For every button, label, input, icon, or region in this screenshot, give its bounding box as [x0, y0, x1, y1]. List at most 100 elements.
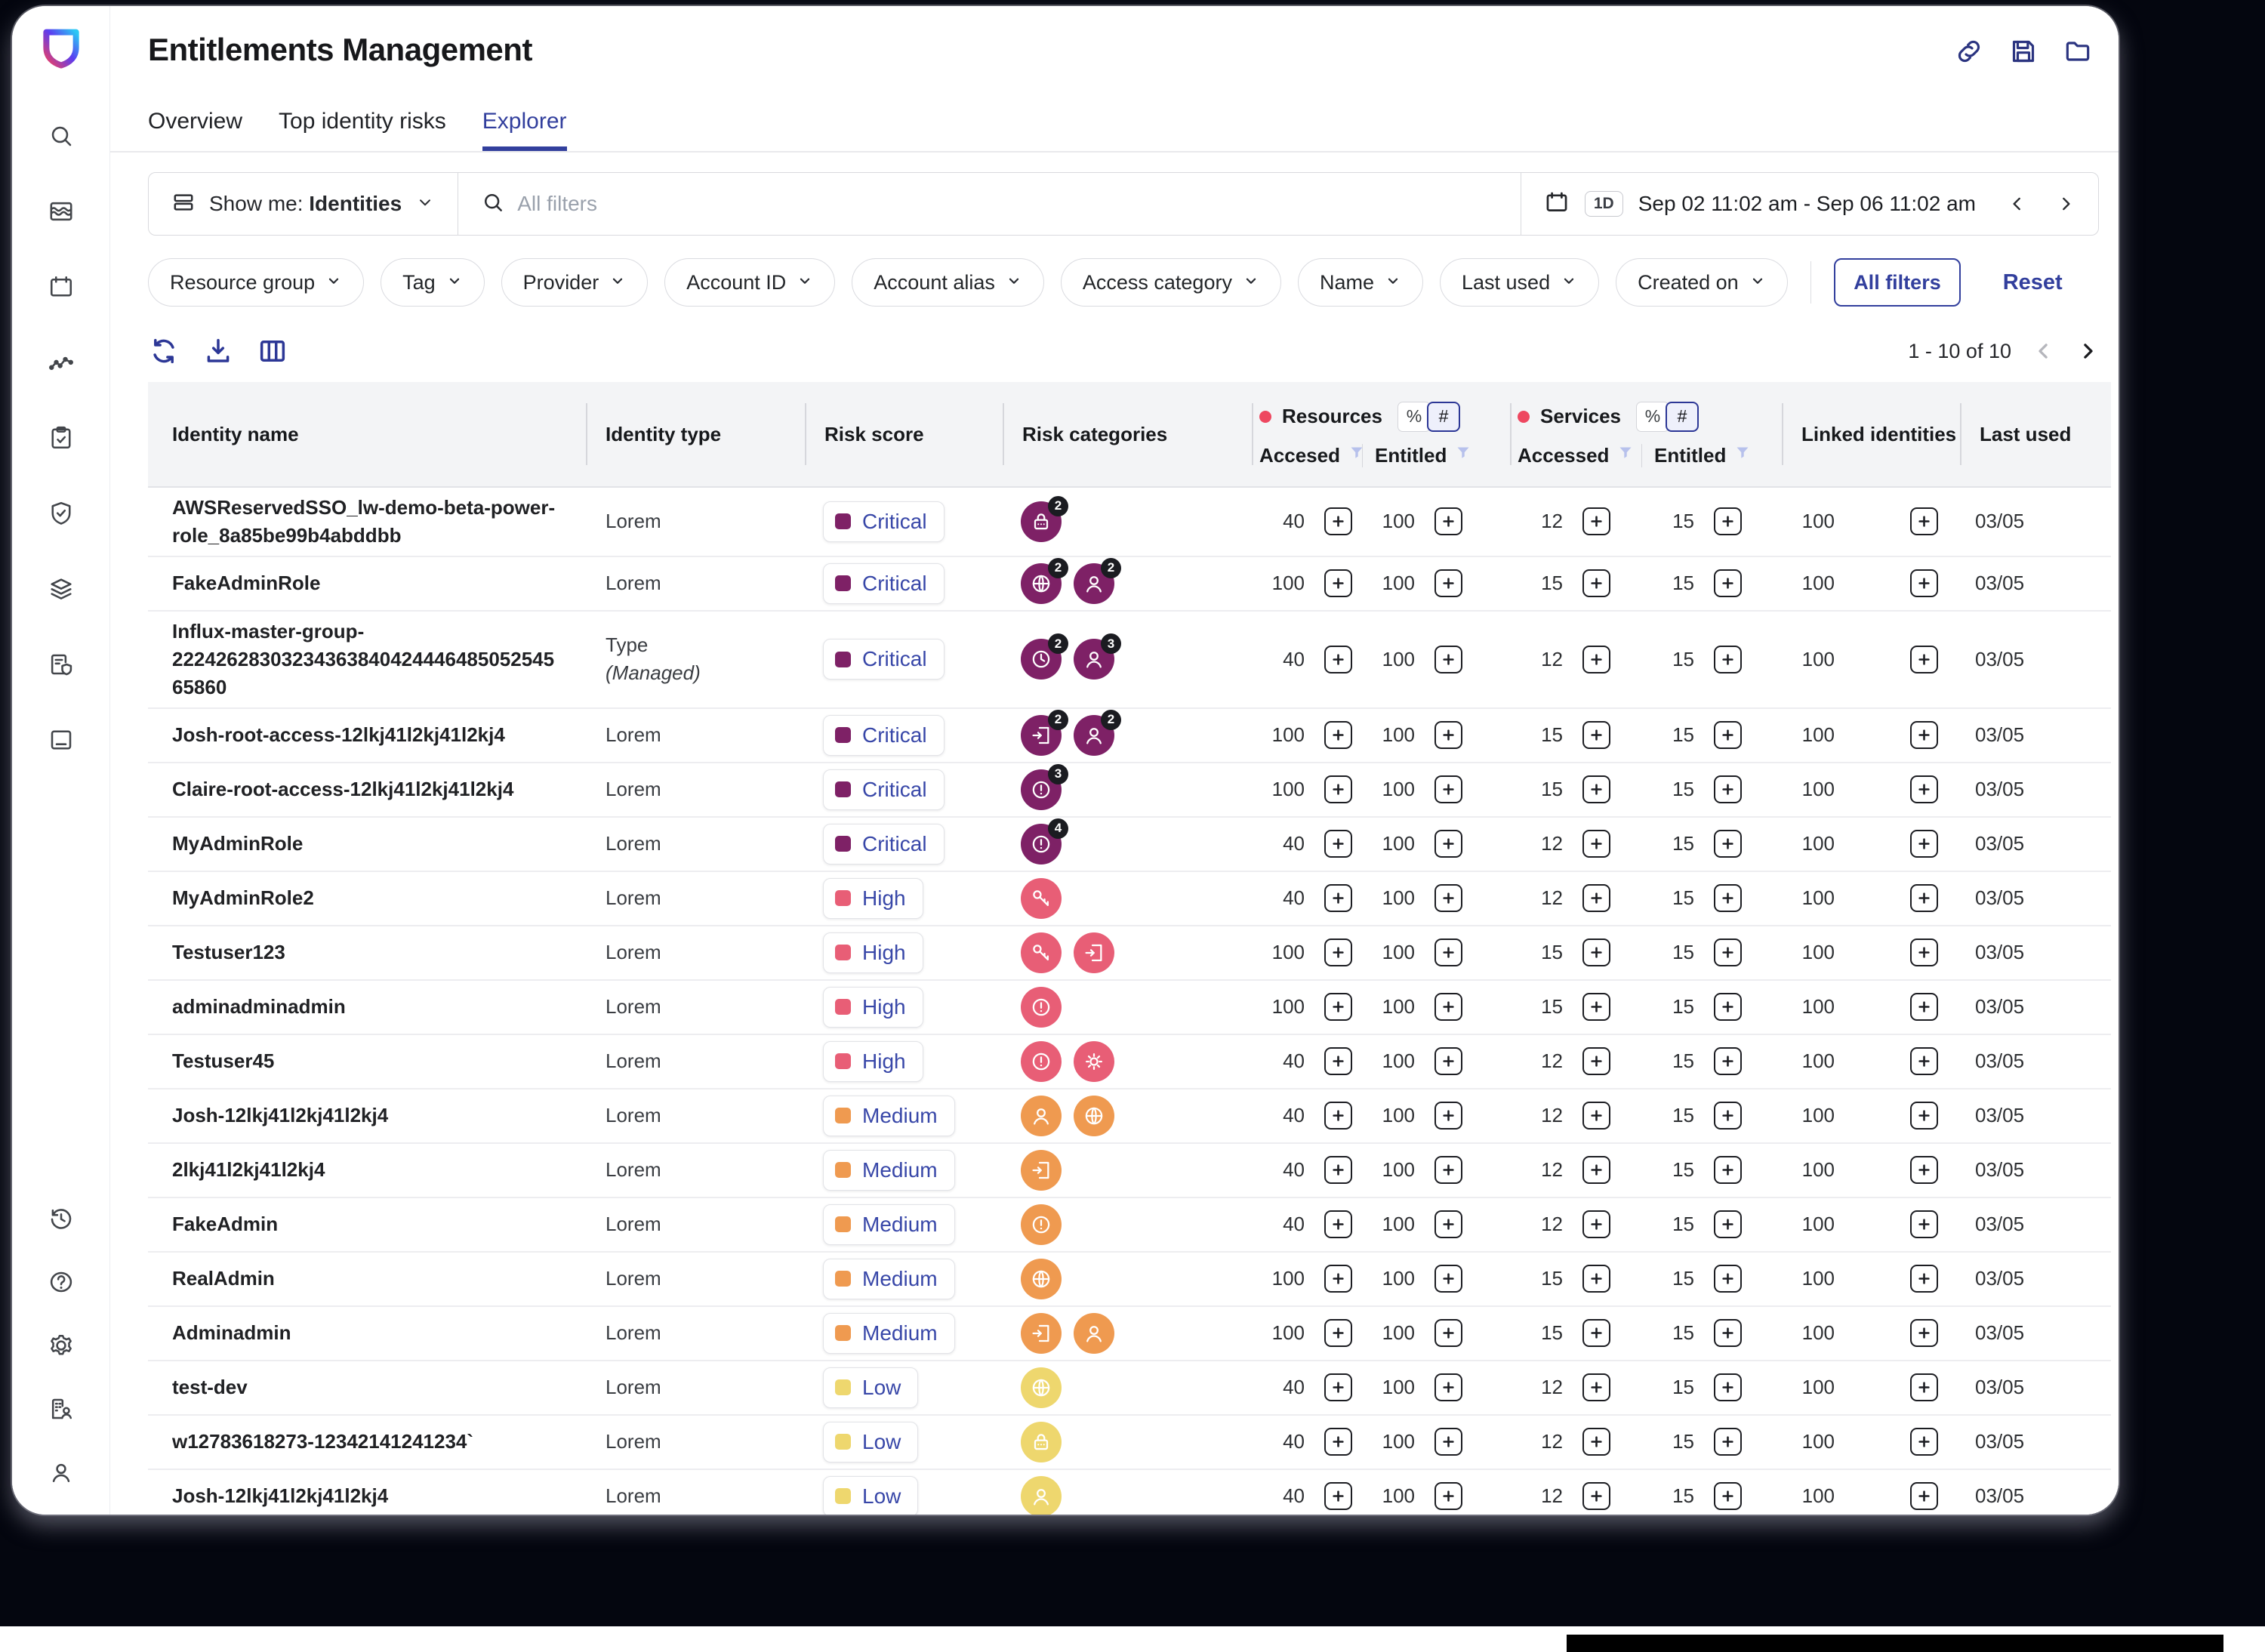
expand-services-entitled-button[interactable] — [1714, 1102, 1742, 1130]
expand-resources-accessed-button[interactable] — [1324, 569, 1352, 598]
risk-score-badge[interactable]: Low — [823, 1421, 919, 1462]
expand-services-accessed-button[interactable] — [1582, 884, 1610, 913]
sidebar-item-calendar[interactable] — [43, 270, 79, 307]
expand-linked-identities-button[interactable] — [1910, 1319, 1938, 1348]
expand-resources-entitled-button[interactable] — [1434, 1156, 1462, 1185]
table-row[interactable]: adminadminadmin Lorem High 100 100 15 15 100 03/… — [148, 980, 2111, 1035]
sidebar-item-organization[interactable] — [43, 1392, 79, 1429]
expand-services-entitled-button[interactable] — [1714, 830, 1742, 858]
risk-score-badge[interactable]: Medium — [823, 1095, 955, 1136]
risk-category-lock-icon[interactable]: 2 — [1021, 495, 1068, 542]
expand-services-entitled-button[interactable] — [1714, 938, 1742, 967]
expand-resources-entitled-button[interactable] — [1434, 1210, 1462, 1239]
column-header-identity-name[interactable]: Identity name — [148, 382, 586, 486]
expand-linked-identities-button[interactable] — [1910, 1373, 1938, 1402]
expand-linked-identities-button[interactable] — [1910, 507, 1938, 536]
refresh-icon[interactable] — [148, 335, 180, 367]
risk-score-badge[interactable]: Critical — [823, 562, 945, 604]
expand-services-entitled-button[interactable] — [1714, 993, 1742, 1022]
table-row[interactable]: RealAdmin Lorem Medium 100 100 15 15 100 03/05 — [148, 1252, 2111, 1307]
risk-category-globe-icon[interactable]: 2 — [1021, 557, 1068, 604]
services-count-button[interactable]: # — [1665, 401, 1699, 432]
expand-resources-entitled-button[interactable] — [1434, 507, 1462, 536]
risk-category-door-icon[interactable] — [1021, 1312, 1062, 1354]
expand-services-entitled-button[interactable] — [1714, 1210, 1742, 1239]
risk-category-user-icon[interactable]: 2 — [1074, 557, 1121, 604]
expand-resources-entitled-button[interactable] — [1434, 721, 1462, 750]
expand-services-accessed-button[interactable] — [1582, 1319, 1610, 1348]
save-icon[interactable] — [2008, 36, 2038, 66]
expand-resources-accessed-button[interactable] — [1324, 1102, 1352, 1130]
expand-linked-identities-button[interactable] — [1910, 569, 1938, 598]
expand-services-accessed-button[interactable] — [1582, 721, 1610, 750]
table-row[interactable]: MyAdminRole2 Lorem High 40 100 12 15 100 03/05 — [148, 871, 2111, 926]
expand-linked-identities-button[interactable] — [1910, 775, 1938, 804]
expand-resources-entitled-button[interactable] — [1434, 884, 1462, 913]
expand-resources-entitled-button[interactable] — [1434, 1265, 1462, 1293]
all-filters-search[interactable]: All filters — [458, 173, 1521, 235]
risk-score-badge[interactable]: Medium — [823, 1149, 955, 1191]
expand-services-accessed-button[interactable] — [1582, 1265, 1610, 1293]
risk-category-door-icon[interactable]: 2 — [1021, 709, 1068, 756]
expand-services-accessed-button[interactable] — [1582, 830, 1610, 858]
risk-score-badge[interactable]: Medium — [823, 1204, 955, 1245]
sidebar-item-chart[interactable] — [43, 195, 79, 231]
services-percent-button[interactable]: % — [1635, 401, 1669, 432]
expand-services-entitled-button[interactable] — [1714, 569, 1742, 598]
risk-category-alert-icon[interactable]: 3 — [1021, 763, 1068, 810]
resources-accessed-header[interactable]: Accesed — [1252, 444, 1363, 467]
table-row[interactable]: AWSReservedSSO_lw-demo-beta-power-role_8… — [148, 488, 2111, 557]
filter-chip-access-category[interactable]: Access category — [1060, 258, 1281, 307]
reset-link[interactable]: Reset — [2003, 270, 2063, 295]
date-range-picker[interactable]: 1D Sep 02 11:02 am - Sep 06 11:02 am — [1520, 173, 2098, 235]
expand-services-entitled-button[interactable] — [1714, 721, 1742, 750]
expand-services-accessed-button[interactable] — [1582, 569, 1610, 598]
sidebar-item-book[interactable] — [43, 723, 79, 760]
expand-resources-entitled-button[interactable] — [1434, 1428, 1462, 1456]
expand-services-entitled-button[interactable] — [1714, 1373, 1742, 1402]
table-row[interactable]: Adminadmin Lorem Medium 100 100 15 15 100 03/05 — [148, 1306, 2111, 1361]
brand-shield-logo[interactable] — [36, 23, 86, 72]
expand-resources-accessed-button[interactable] — [1324, 1482, 1352, 1511]
date-next-button[interactable] — [2056, 194, 2075, 214]
risk-category-globe-icon[interactable] — [1074, 1095, 1114, 1136]
sidebar-item-activity[interactable] — [43, 346, 79, 382]
sidebar-item-report[interactable] — [43, 648, 79, 684]
expand-linked-identities-button[interactable] — [1910, 830, 1938, 858]
column-header-last-used[interactable]: Last used — [1960, 382, 2111, 486]
table-row[interactable]: FakeAdminRole Lorem Critical 2 2 100 100 15 15 10… — [148, 556, 2111, 612]
expand-services-accessed-button[interactable] — [1582, 645, 1610, 673]
expand-linked-identities-button[interactable] — [1910, 1482, 1938, 1511]
expand-resources-accessed-button[interactable] — [1324, 1373, 1352, 1402]
risk-category-gear-icon[interactable] — [1074, 1040, 1114, 1082]
expand-services-entitled-button[interactable] — [1714, 775, 1742, 804]
expand-services-accessed-button[interactable] — [1582, 993, 1610, 1022]
column-header-linked-identities[interactable]: Linked identities — [1782, 382, 1960, 486]
columns-icon[interactable] — [257, 335, 288, 367]
table-row[interactable]: MyAdminRole Lorem Critical 4 40 100 12 15 100 03/… — [148, 817, 2111, 872]
filter-chip-last-used[interactable]: Last used — [1440, 258, 1600, 307]
expand-services-accessed-button[interactable] — [1582, 1428, 1610, 1456]
filter-chip-tag[interactable]: Tag — [381, 258, 485, 307]
resources-entitled-header[interactable]: Entitled — [1362, 443, 1510, 467]
risk-score-badge[interactable]: Critical — [823, 501, 945, 542]
filter-chip-name[interactable]: Name — [1297, 258, 1423, 307]
filter-chip-account-alias[interactable]: Account alias — [852, 258, 1044, 307]
services-accessed-header[interactable]: Accessed — [1510, 444, 1641, 467]
filter-chip-created-on[interactable]: Created on — [1616, 258, 1788, 307]
risk-category-door-icon[interactable] — [1021, 1149, 1062, 1191]
risk-category-user-icon[interactable]: 2 — [1074, 709, 1121, 756]
expand-resources-accessed-button[interactable] — [1324, 1210, 1352, 1239]
expand-services-accessed-button[interactable] — [1582, 1047, 1610, 1076]
risk-category-globe-icon[interactable] — [1021, 1367, 1062, 1408]
all-filters-button[interactable]: All filters — [1834, 258, 1961, 307]
risk-score-badge[interactable]: Critical — [823, 714, 945, 756]
sidebar-item-user[interactable] — [43, 1456, 79, 1492]
risk-category-alert-icon[interactable] — [1021, 1204, 1062, 1245]
tab-overview[interactable]: Overview — [148, 109, 242, 151]
expand-resources-entitled-button[interactable] — [1434, 938, 1462, 967]
risk-category-alert-icon[interactable] — [1021, 1040, 1062, 1082]
tab-explorer[interactable]: Explorer — [482, 109, 567, 151]
expand-resources-accessed-button[interactable] — [1324, 1156, 1352, 1185]
filter-chip-account-id[interactable]: Account ID — [664, 258, 836, 307]
